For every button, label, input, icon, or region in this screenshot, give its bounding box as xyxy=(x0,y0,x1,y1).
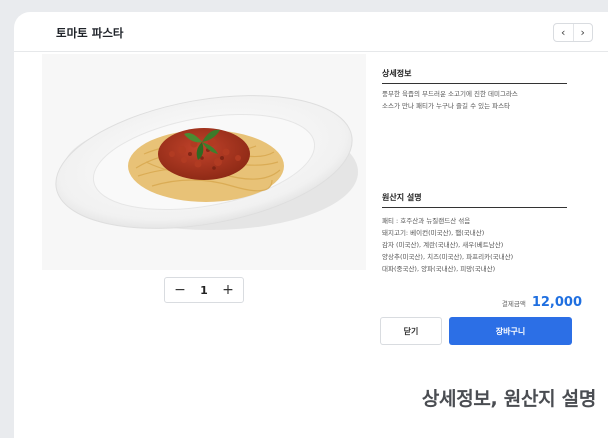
detail-description: 풍부한 육즙의 부드러운 소고기에 진한 데미그라스 소스가 만나 패티가 누구… xyxy=(382,88,572,112)
origin-line: 대파(중국산), 양파(국내산), 피망(국내산) xyxy=(382,265,496,273)
payment-total: 결제금액 12,000 xyxy=(502,295,582,310)
pasta-dish-illustration xyxy=(42,54,366,270)
payment-label: 결제금액 xyxy=(501,300,526,308)
quantity-stepper: − 1 + xyxy=(164,277,244,303)
quantity-value: 1 xyxy=(200,283,208,297)
origin-line: 감자 (미국산), 계란(국내산), 새우(베트남산) xyxy=(382,241,504,249)
modal-header: 토마토 파스타 ‹ › xyxy=(14,12,608,52)
detail-line: 풍부한 육즙의 부드러운 소고기에 진한 데미그라스 xyxy=(382,90,518,98)
caption: 상세정보, 원산지 설명 xyxy=(421,388,596,410)
prev-button[interactable]: ‹ xyxy=(554,24,573,41)
detail-line: 소스가 만나 패티가 누구나 즐길 수 있는 파스타 xyxy=(382,102,511,110)
pasta-dish-image xyxy=(42,54,366,270)
origin-line: 돼지고기: 베이컨(미국산), 햄(국내산) xyxy=(382,229,485,237)
origin-description: 패티 : 호주산과 뉴질랜드산 섞음 돼지고기: 베이컨(미국산), 햄(국내산… xyxy=(382,215,572,275)
origin-section-title: 원산지 설명 xyxy=(382,192,567,208)
chevron-right-icon: › xyxy=(580,26,585,39)
next-button[interactable]: › xyxy=(572,24,593,41)
payment-amount: 12,000 xyxy=(531,295,582,310)
close-button[interactable]: 닫기 xyxy=(380,317,442,345)
origin-line: 패티 : 호주산과 뉴질랜드산 섞음 xyxy=(382,217,471,225)
origin-line: 양상추(미국산), 치즈(미국산), 파프리카(국내산) xyxy=(382,253,514,261)
increase-button[interactable]: + xyxy=(221,283,235,297)
chevron-left-icon: ‹ xyxy=(561,26,566,39)
decrease-button[interactable]: − xyxy=(173,283,187,297)
pager: ‹ › xyxy=(553,23,593,42)
page-title: 토마토 파스타 xyxy=(56,26,124,40)
detail-section-title: 상세정보 xyxy=(382,68,567,84)
add-to-cart-button[interactable]: 장바구니 xyxy=(449,317,572,345)
